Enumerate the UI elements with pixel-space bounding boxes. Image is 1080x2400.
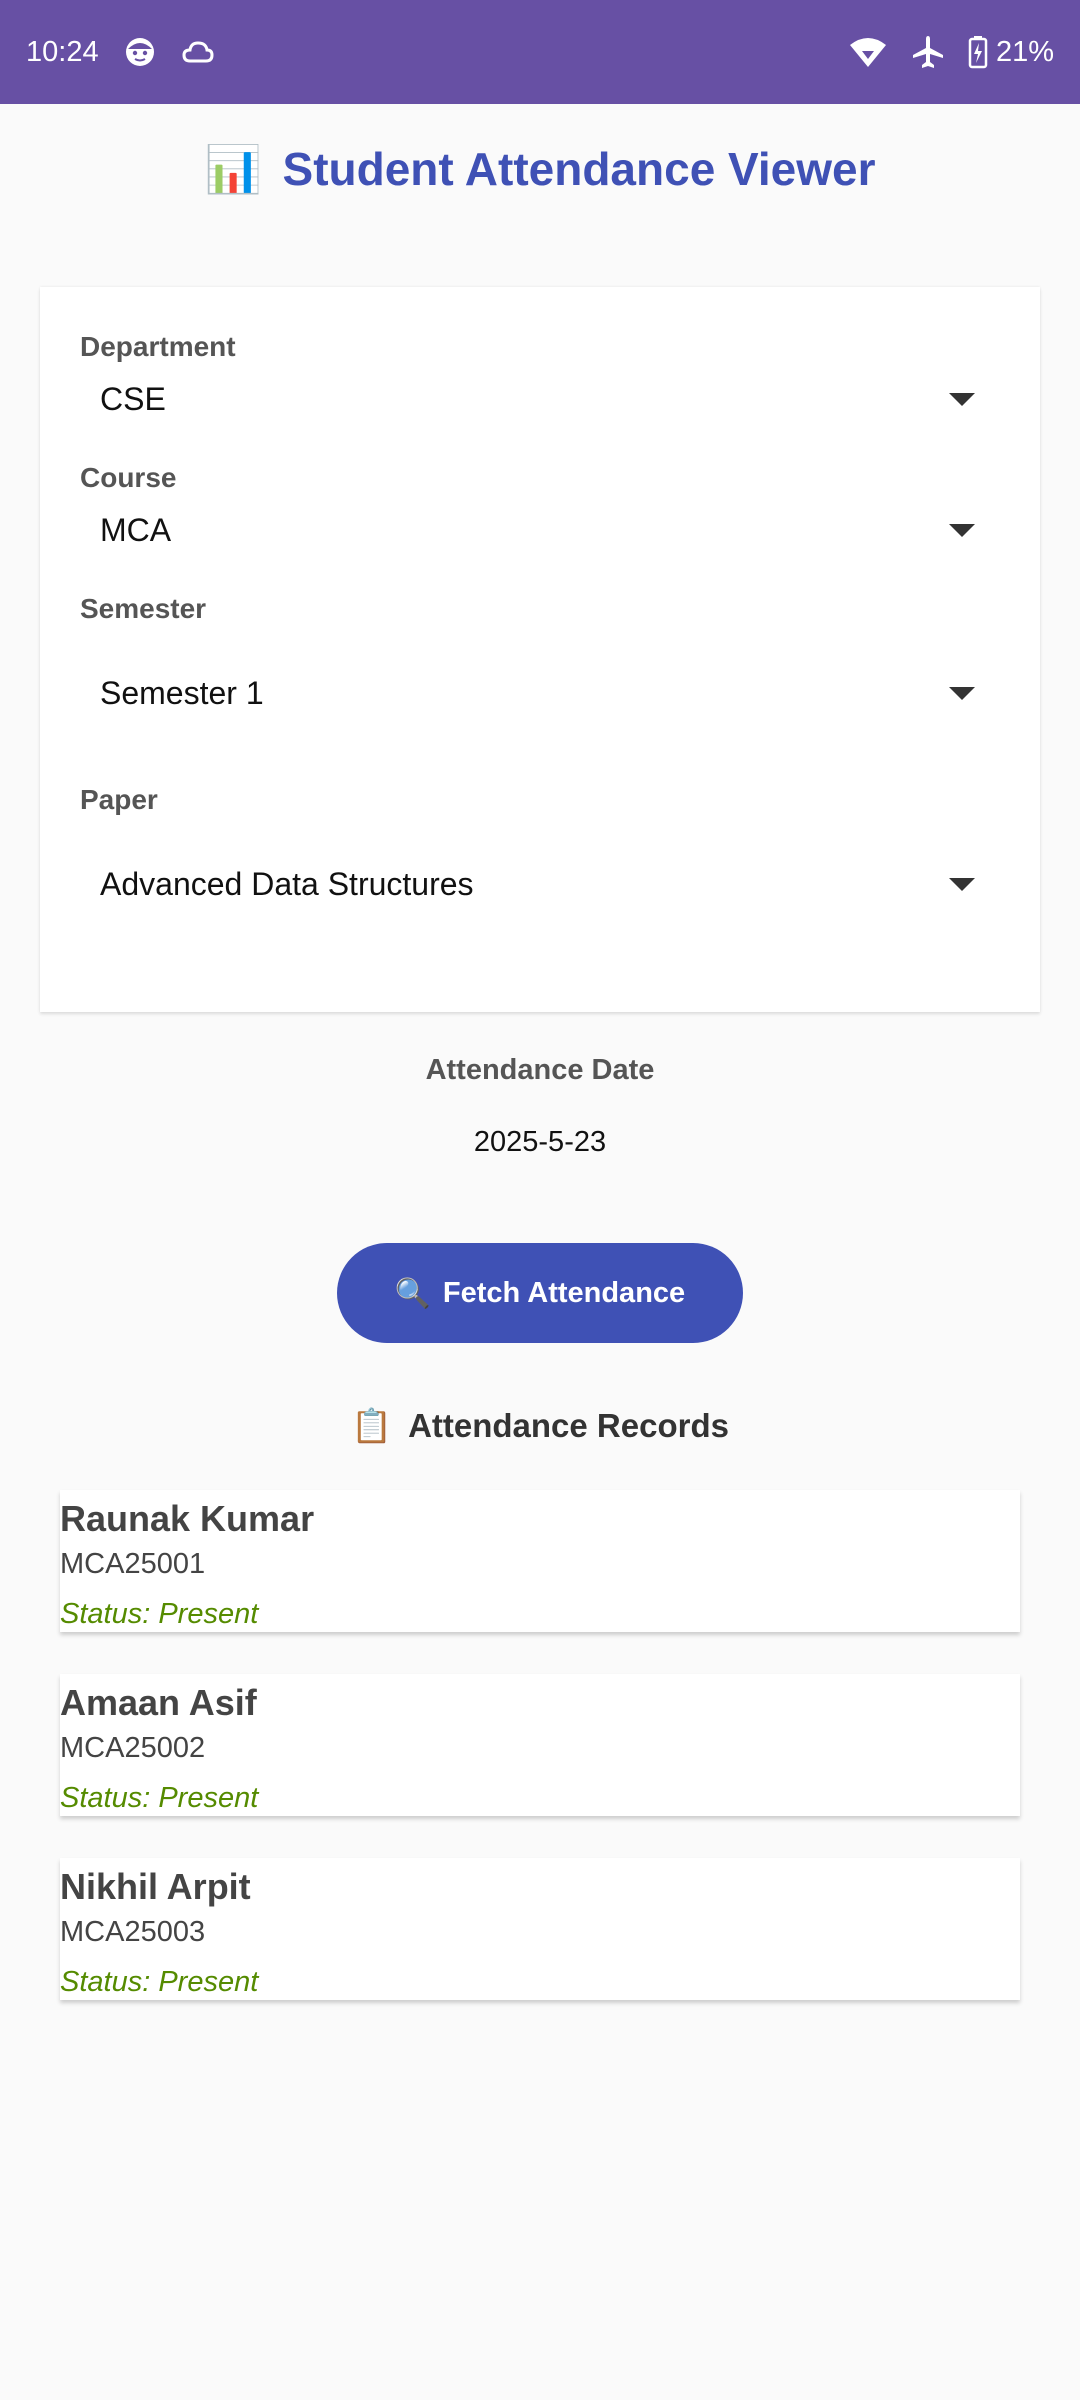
paper-label: Paper [80, 784, 158, 815]
filter-card: Department CSE Course MCA Semester Semes… [40, 287, 1040, 1012]
face-icon [123, 35, 157, 69]
student-name: Raunak Kumar [60, 1498, 315, 1539]
paper-dropdown[interactable]: Advanced Data Structures [80, 834, 1000, 934]
student-id: MCA25001 [60, 1548, 206, 1580]
records-title: 📋 Attendance Records [0, 1406, 1080, 1446]
student-id: MCA25002 [60, 1732, 206, 1764]
record-card: Amaan Asif MCA25002 Status: Present [60, 1674, 1020, 1816]
department-value: CSE [100, 380, 166, 417]
chevron-down-icon [949, 393, 975, 406]
chevron-down-icon [949, 524, 975, 537]
search-icon: 🔍 [394, 1275, 431, 1310]
chevron-down-icon [949, 878, 975, 891]
status-bar: 10:24 21% [0, 0, 1080, 104]
semester-value: Semester 1 [100, 674, 264, 711]
paper-value: Advanced Data Structures [100, 865, 474, 902]
record-card: Raunak Kumar MCA25001 Status: Present [60, 1490, 1020, 1632]
semester-dropdown[interactable]: Semester 1 [80, 643, 1000, 743]
course-dropdown[interactable]: MCA [80, 495, 1000, 565]
student-name: Amaan Asif [60, 1682, 257, 1723]
battery-percent: 21% [995, 35, 1054, 68]
attendance-status: Status: Present [60, 1782, 259, 1814]
chevron-down-icon [949, 687, 975, 700]
page-title-text: Student Attendance Viewer [282, 143, 876, 195]
bar-chart-icon: 📊 [204, 142, 262, 196]
cloud-icon [181, 37, 215, 67]
airplane-icon [910, 34, 946, 70]
semester-label: Semester [80, 593, 207, 624]
department-label: Department [80, 331, 236, 362]
clock: 10:24 [26, 35, 99, 68]
student-id: MCA25003 [60, 1916, 206, 1948]
record-card: Nikhil Arpit MCA25003 Status: Present [60, 1858, 1020, 2000]
attendance-date-value[interactable]: 2025-5-23 [0, 1126, 1080, 1159]
fetch-attendance-button[interactable]: 🔍 Fetch Attendance [337, 1243, 743, 1343]
attendance-status: Status: Present [60, 1598, 259, 1630]
student-name: Nikhil Arpit [60, 1866, 251, 1907]
page-title: 📊 Student Attendance Viewer [0, 142, 1080, 197]
attendance-status: Status: Present [60, 1966, 259, 1998]
course-value: MCA [100, 511, 172, 548]
battery-charging-icon [968, 35, 988, 69]
attendance-date-label: Attendance Date [425, 1054, 655, 1086]
fetch-attendance-label: Fetch Attendance [442, 1276, 686, 1309]
clipboard-icon: 📋 [351, 1406, 393, 1445]
course-label: Course [80, 462, 177, 493]
wifi-icon [848, 35, 888, 69]
records-title-text: Attendance Records [408, 1407, 729, 1444]
department-dropdown[interactable]: CSE [80, 364, 1000, 434]
